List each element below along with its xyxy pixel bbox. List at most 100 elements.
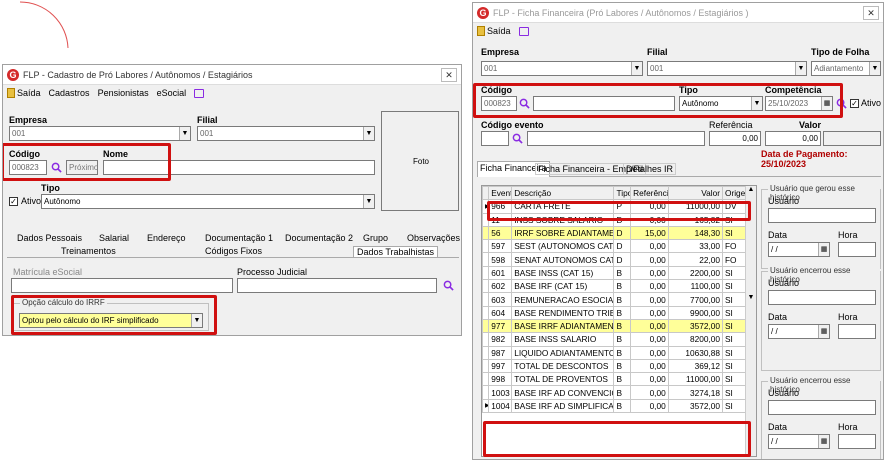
tab-documentacao-1[interactable]: Documentação 1 [205, 233, 273, 243]
processo-field[interactable] [237, 278, 437, 293]
chat-icon[interactable] [518, 26, 529, 36]
nome-field[interactable] [103, 160, 375, 175]
data-field[interactable]: / / ▦ [768, 242, 830, 257]
search-icon[interactable] [443, 280, 454, 291]
col-evento[interactable]: Evento [488, 186, 513, 201]
extra-field [823, 131, 881, 146]
grid-scrollbar[interactable]: ▲ ▼ [745, 186, 756, 456]
usuario-field[interactable] [768, 400, 876, 415]
search-icon[interactable] [512, 133, 523, 144]
table-row[interactable]: 604BASE RENDIMENTO TRIBUTB0,009900,00SI [482, 305, 747, 320]
table-row[interactable]: ▶1004BASE IRF AD SIMPLIFICAB0,003572,00S… [482, 398, 747, 414]
cell-tipo: B [613, 305, 632, 320]
codigo-field[interactable]: 000823 [9, 160, 47, 175]
tipofolha-select[interactable]: Adiantamento ▼ [811, 61, 881, 76]
close-icon[interactable]: ✕ [441, 67, 457, 82]
table-row[interactable]: 11 INSS SOBRE SALARIO D 0,00 165,82 SI [482, 212, 747, 227]
tab-codigos-fixos[interactable]: Códigos Fixos [205, 246, 262, 256]
tab-treinamentos[interactable]: Treinamentos [61, 246, 116, 256]
empresa-field[interactable]: 001 ▼ [9, 126, 191, 141]
tipo-select[interactable]: Autônomo ▼ [679, 96, 763, 111]
codigo-field[interactable]: 000823 [481, 96, 517, 111]
data-field[interactable]: / / ▦ [768, 324, 830, 339]
table-row[interactable]: 597 SEST (AUTONOMOS CAT 15 D 0,00 33,00 FO [482, 239, 747, 254]
cell-evento: 997 [488, 358, 513, 374]
table-row[interactable]: 601 BASE INSS (CAT 15) B 0,00 2200,00 SI [482, 265, 747, 281]
table-row[interactable]: 602 BASE IRF (CAT 15) B 0,00 1100,00 SI [482, 279, 747, 294]
filial-field[interactable]: 001 ▼ [647, 61, 807, 76]
codevento-field[interactable] [481, 131, 509, 146]
filial-field[interactable]: 001 ▼ [197, 126, 375, 141]
table-row[interactable]: 998 TOTAL DE PROVENTOS B 0,00 11000,00 SI [482, 372, 747, 387]
foto-box[interactable]: Foto [381, 111, 459, 211]
tab-grupo[interactable]: Grupo [363, 233, 388, 243]
tab-detalhes-ir[interactable]: Detalhes IR [623, 163, 677, 175]
search-icon[interactable] [836, 98, 847, 109]
eventos-grid[interactable]: Evento Descrição Tipo Referência Valor O… [481, 185, 757, 457]
usuario-field[interactable] [768, 290, 876, 305]
calendar-icon: ▦ [818, 325, 829, 338]
ativo-checkbox[interactable]: ✓ Ativo [9, 196, 41, 206]
cell-tipo: B [613, 279, 632, 294]
col-descricao[interactable]: Descrição [511, 186, 615, 201]
col-tipo[interactable]: Tipo [613, 186, 632, 201]
evento-desc-field[interactable] [527, 131, 705, 146]
hora-field[interactable] [838, 434, 876, 449]
data-field[interactable]: / / ▦ [768, 434, 830, 449]
checkbox-icon: ✓ [850, 98, 859, 108]
col-referencia[interactable]: Referência [630, 186, 669, 201]
cell-descricao: BASE RENDIMENTO TRIBUT [511, 305, 615, 320]
table-row[interactable]: 603 REMUNERACAO ESOCIAL B 0,00 7700,00 SI [482, 292, 747, 307]
table-row[interactable]: 1003 BASE IRF AD CONVENCION B 0,00 3274,18 SI [482, 385, 747, 400]
hora-field[interactable] [838, 242, 876, 257]
historico-group: Usuário encerrou esse histórico Usuário … [761, 266, 881, 371]
usuario-field[interactable] [768, 208, 876, 223]
table-row[interactable]: 977 BASE IRRF ADIANTAMENTO B 0,00 3572,00 SI [482, 318, 747, 334]
table-row[interactable]: 598SENAT AUTONOMOS CAT 15D0,0022,00FO [482, 252, 747, 267]
menu-cadastros[interactable]: Cadastros [49, 88, 90, 98]
data-label: Data [768, 230, 788, 240]
cell-tipo: D [613, 225, 632, 241]
hora-label: Hora [838, 422, 858, 432]
scroll-up-icon[interactable]: ▲ [746, 186, 756, 193]
menu-pensionistas[interactable]: Pensionistas [98, 88, 149, 98]
tab-salarial[interactable]: Salarial [99, 233, 129, 243]
cell-descricao: SEST (AUTONOMOS CAT 15 [511, 239, 615, 254]
table-row[interactable]: 997 TOTAL DE DESCONTOS B 0,00 369,12 SI [482, 358, 747, 374]
tab-endereco[interactable]: Endereço [147, 233, 186, 243]
search-icon[interactable] [51, 162, 62, 173]
ativo-checkbox[interactable]: ✓ Ativo [850, 98, 881, 108]
tab-observacoes[interactable]: Observações [407, 233, 460, 243]
valor-field[interactable]: 0,00 [765, 131, 821, 146]
menu-saida[interactable]: Saída [477, 26, 511, 36]
col-origem[interactable]: Origem [721, 186, 747, 201]
tab-documentacao-2[interactable]: Documentação 2 [285, 233, 353, 243]
window-title: FLP - Ficha Financeira (Pró Labores / Au… [493, 7, 749, 18]
hora-field[interactable] [838, 324, 876, 339]
tipo-select[interactable]: Autônomo ▼ [41, 194, 375, 209]
nome-field[interactable] [533, 96, 675, 111]
irrf-select[interactable]: Optou pelo cálculo do IRF simplificado ▼ [19, 313, 203, 328]
table-row[interactable]: 56IRRF SOBRE ADIANTAMENTD15,00148,30SI [482, 225, 747, 241]
table-row[interactable]: ▶966CARTA FRETEP0,0011000,00DV [482, 199, 747, 214]
table-row[interactable]: 982 BASE INSS SALARIO B 0,00 8200,00 SI [482, 332, 747, 347]
cell-evento: 601 [488, 265, 513, 281]
competencia-field[interactable]: 25/10/2023 ▦ [765, 96, 833, 111]
empresa-field[interactable]: 001 ▼ [481, 61, 643, 76]
usuario-label: Usuário [768, 278, 800, 288]
menu-saida[interactable]: Saída [7, 88, 41, 98]
usuario-label: Usuário [768, 388, 800, 398]
tab-dados-trabalhistas[interactable]: Dados Trabalhistas [353, 246, 439, 257]
referencia-field[interactable]: 0,00 [709, 131, 761, 146]
table-row[interactable]: 987 LIQUIDO ADIANTAMENTO B 0,00 10630,88 SI [482, 345, 747, 360]
search-icon[interactable] [519, 98, 530, 109]
close-icon[interactable]: ✕ [863, 5, 879, 20]
tab-dados-pessoais[interactable]: Dados Pessoais [17, 233, 82, 243]
col-valor[interactable]: Valor [667, 186, 723, 201]
matricula-field[interactable] [11, 278, 233, 293]
scroll-down-icon[interactable]: ▼ [746, 294, 756, 301]
menu-esocial[interactable]: eSocial [157, 88, 187, 98]
chat-icon[interactable] [194, 88, 205, 98]
cell-valor: 3572,00 [667, 398, 723, 414]
proximo-button[interactable]: Próximo [66, 160, 98, 175]
